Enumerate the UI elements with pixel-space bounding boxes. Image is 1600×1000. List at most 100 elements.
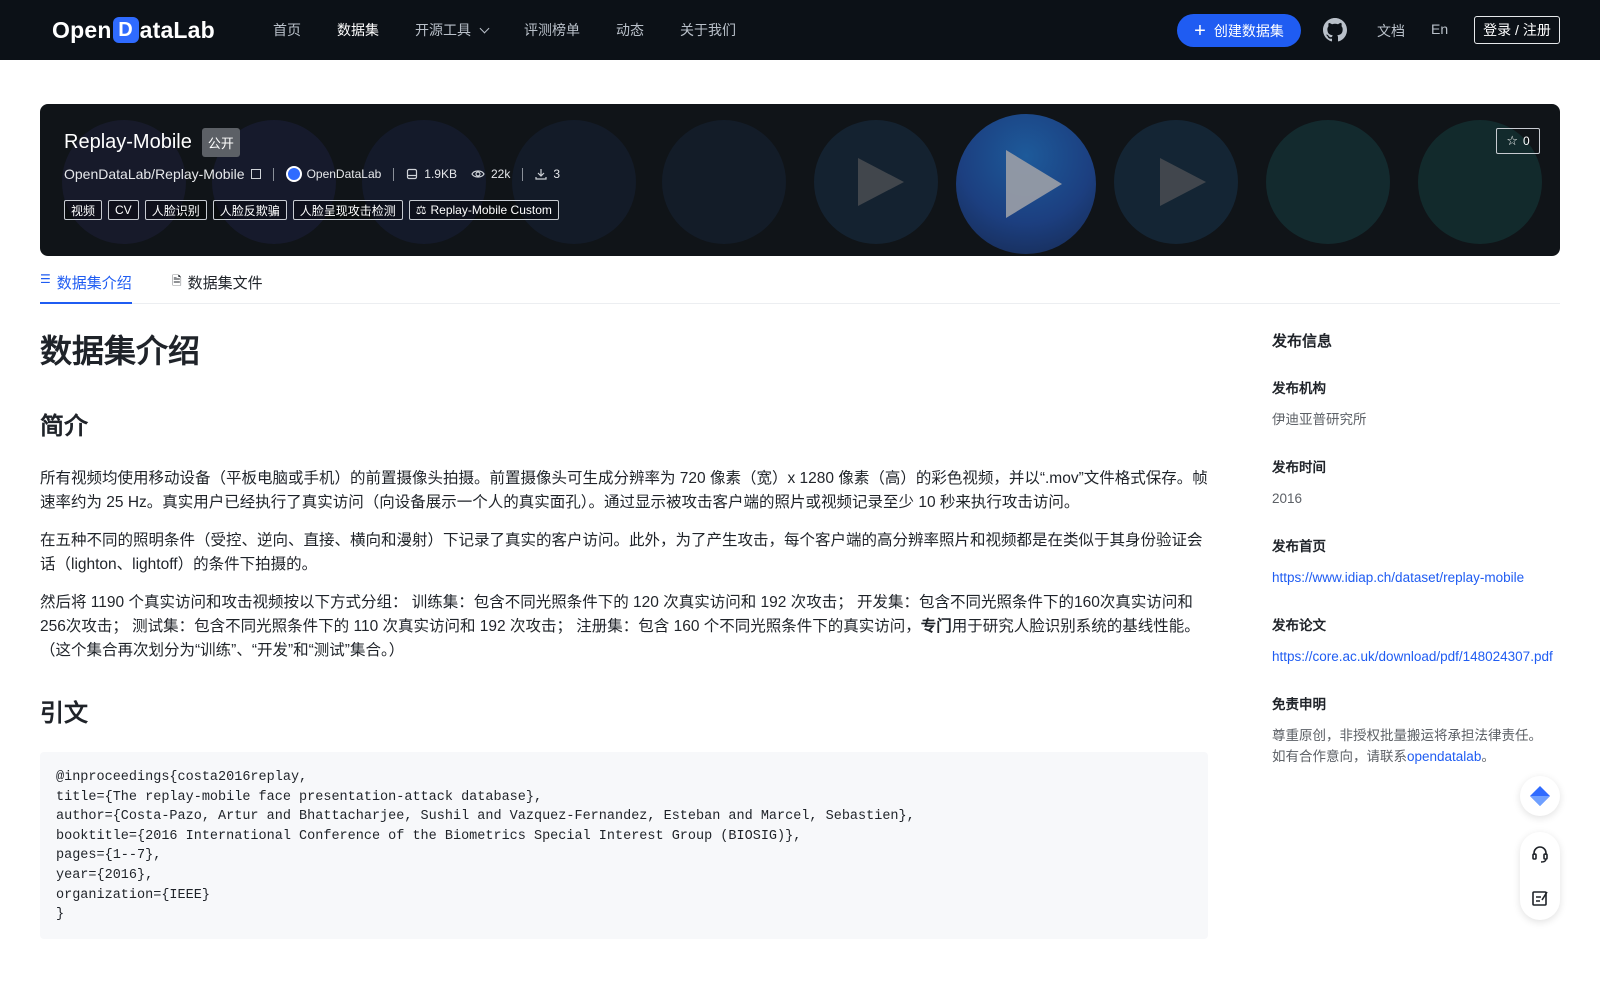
logo-d-icon: D [112,17,139,43]
nav-links: 首页 数据集 开源工具 评测榜单 动态 关于我们 [273,0,772,60]
divider [522,167,524,181]
intro-paragraph-2: 在五种不同的照明条件（受控、逆向、直接、横向和漫射）下记录了真实的客户访问。此外… [40,532,1203,573]
homepage-link[interactable]: https://www.idiap.ch/dataset/replay-mobi… [1272,567,1562,588]
banner-decor-circle [662,120,786,244]
disclaimer-line-2: 如有合作意向，请联系opendatalab。 [1272,746,1562,767]
tab-dataset-intro-label: 数据集介绍 [56,275,132,292]
star-button[interactable]: ☆ 0 [1496,128,1540,154]
floating-assistant-button[interactable] [1520,776,1560,816]
org-link[interactable]: OpenDataLab [285,166,382,182]
download-icon [535,169,547,180]
intro-paragraph-1: 所有视频均使用移动设备（平板电脑或手机）的前置摄像头拍摄。前置摄像头可生成分辨率… [40,470,1208,511]
publish-info-heading: 发布信息 [1272,333,1333,350]
disclaimer-line-1: 尊重原创，非授权批量搬运将承担法律责任。 [1272,728,1542,743]
star-icon: ☆ [1506,133,1518,148]
plus-icon: + [1194,19,1206,42]
tab-dataset-intro[interactable]: ☰ 数据集介绍 [40,264,132,304]
play-icon [1160,158,1206,206]
disclaimer-text: 尊重原创，非授权批量搬运将承担法律责任。 如有合作意向，请联系opendatal… [1272,725,1562,767]
repo-path: OpenDataLab/Replay-Mobile [64,166,245,182]
dataset-name: Replay-Mobile [64,131,192,153]
logo-text-right: ataLab [139,16,215,43]
publisher-value: 伊迪亚普研究所 [1272,412,1367,427]
downloads-value: 3 [553,167,561,181]
copy-icon[interactable] [250,169,261,179]
scale-icon: ⚖ [415,203,427,217]
downloads-stat: 3 [535,167,560,181]
nav-home[interactable]: 首页 [273,20,301,40]
storage-icon [407,168,418,180]
diamond-logo-icon [1530,786,1550,806]
license-tag[interactable]: ⚖ Replay-Mobile Custom [408,200,559,220]
tag-item[interactable]: CV [108,200,139,220]
intro-paragraph-3: 然后将 1190 个真实访问和攻击视频按以下方式分组： 训练集：包含不同光照条件… [40,591,1208,663]
views-stat: 22k [471,167,510,181]
floating-tool-group [1520,832,1560,920]
nav-open-tools-label: 开源工具 [415,22,471,38]
github-icon[interactable] [1323,18,1347,42]
support-button[interactable] [1520,834,1560,874]
chevron-down-icon [479,23,490,33]
publish-time-value: 2016 [1272,491,1303,506]
nav-docs[interactable]: 文档 [1377,21,1405,41]
feedback-button[interactable] [1520,878,1560,918]
nav-news[interactable]: 动态 [616,20,644,40]
tag-item[interactable]: 视频 [64,200,103,220]
nav-datasets[interactable]: 数据集 [337,20,379,40]
file-icon: 🗎 [172,274,182,288]
dataset-tabs: ☰ 数据集介绍 🗎 数据集文件 [40,264,1560,304]
dataset-title: Replay-Mobile 公开 [64,128,240,157]
edit-note-icon [1532,891,1548,906]
banner-decor-circle [512,120,636,244]
login-register-button[interactable]: 登录 / 注册 [1474,16,1560,44]
opendatalab-logo[interactable]: Open DataLab [52,16,215,44]
divider [393,167,395,181]
dataset-meta: OpenDataLab/Replay-Mobile OpenDataLab 1.… [64,166,560,182]
homepage-label: 发布首页 [1272,539,1326,554]
create-dataset-label: 创建数据集 [1213,22,1284,39]
size-stat: 1.9KB [406,167,457,181]
language-switch[interactable]: En [1431,21,1448,37]
org-avatar-icon [285,166,302,182]
play-icon [858,158,904,206]
eye-icon [471,170,485,178]
divider [272,167,274,181]
tag-item[interactable]: 人脸识别 [144,200,207,220]
citation-heading: 引文 [40,700,88,727]
visibility-badge: 公开 [201,128,240,157]
intro-paragraph-3-bold: 专门 [920,618,952,635]
intro-heading: 简介 [40,413,88,440]
banner-decor-circle [1266,120,1390,244]
contact-link[interactable]: opendatalab [1407,749,1481,764]
star-count: 0 [1522,134,1530,148]
tab-dataset-files-label: 数据集文件 [187,275,263,292]
paper-link[interactable]: https://core.ac.uk/download/pdf/14802430… [1272,646,1562,667]
logo-text-left: Open [52,16,112,43]
headset-icon [1532,846,1548,863]
disclaimer-label: 免责申明 [1272,697,1326,712]
org-name: OpenDataLab [306,167,382,181]
citation-code-block[interactable]: @inproceedings{costa2016replay, title={T… [40,752,1208,939]
size-value: 1.9KB [424,167,457,181]
tag-list: 视频 CV 人脸识别 人脸反欺骗 人脸呈现攻击检测 ⚖ Replay-Mobile… [64,200,565,220]
tag-item[interactable]: 人脸呈现攻击检测 [292,200,403,220]
play-icon [1006,150,1062,218]
top-nav: Open DataLab 首页 数据集 开源工具 评测榜单 动态 关于我们 + 创建… [0,0,1600,60]
views-value: 22k [491,167,511,181]
publish-info-panel: 发布信息 发布机构 伊迪亚普研究所 发布时间 2016 发布首页 https:/… [1272,330,1562,767]
disclaimer-line-2-end: 。 [1481,749,1495,764]
paper-label: 发布论文 [1272,618,1326,633]
publisher-label: 发布机构 [1272,381,1326,396]
banner-decor-circle [362,120,486,244]
database-icon: ☰ [40,272,51,286]
license-label: Replay-Mobile Custom [430,203,552,217]
create-dataset-button[interactable]: + 创建数据集 [1177,14,1301,47]
nav-about[interactable]: 关于我们 [680,20,736,40]
nav-leaderboard[interactable]: 评测榜单 [524,20,580,40]
dataset-banner: Replay-Mobile 公开 OpenDataLab/Replay-Mobi… [40,104,1560,256]
page-title: 数据集介绍 [40,333,201,369]
tab-dataset-files[interactable]: 🗎 数据集文件 [172,264,263,304]
main-content: 数据集介绍 简介 所有视频均使用移动设备（平板电脑或手机）的前置摄像头拍摄。前置… [40,326,1208,939]
tag-item[interactable]: 人脸反欺骗 [212,200,287,220]
nav-open-tools[interactable]: 开源工具 [415,20,490,40]
